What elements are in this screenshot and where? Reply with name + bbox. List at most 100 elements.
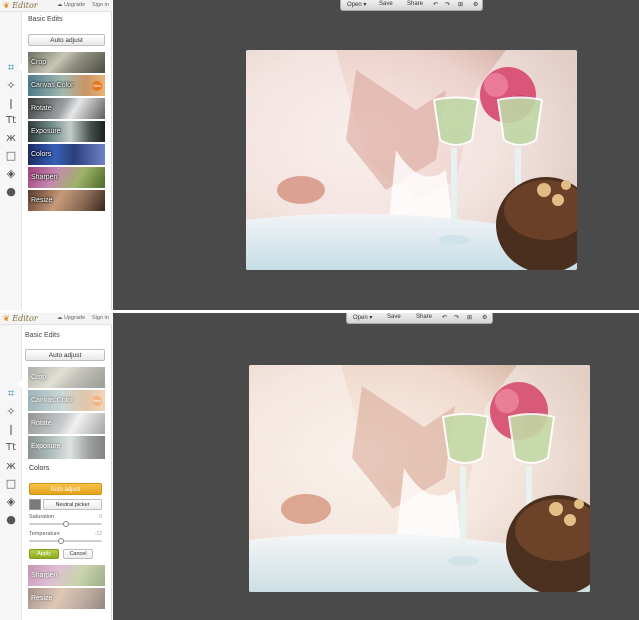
- tool-exposure[interactable]: Exposure: [28, 436, 105, 460]
- tool-label: Resize: [31, 197, 53, 204]
- redo-icon[interactable]: ↷: [445, 1, 450, 8]
- tool-canvas-color[interactable]: Canvas Color New: [28, 390, 105, 412]
- zoom-icon[interactable]: ⊞: [458, 1, 463, 8]
- frame-icon[interactable]: □: [4, 149, 18, 163]
- apply-button[interactable]: Apply: [29, 549, 59, 559]
- gear-icon[interactable]: ⚙: [473, 1, 478, 8]
- upgrade-link[interactable]: ☁ Upgrade: [57, 315, 85, 321]
- temperature-label: Temperature: [29, 531, 60, 537]
- wedding-photo-image: [246, 50, 577, 270]
- butterfly-icon[interactable]: ж: [4, 131, 18, 145]
- tool-resize[interactable]: Resize: [28, 588, 105, 610]
- saturation-value: 0: [99, 514, 102, 520]
- photo-canvas[interactable]: [249, 365, 590, 592]
- frame-icon[interactable]: □: [4, 477, 18, 491]
- open-menu[interactable]: Open ▾: [347, 1, 366, 8]
- upgrade-link[interactable]: ☁ Upgrade: [57, 2, 85, 8]
- tool-exposure[interactable]: Exposure: [28, 121, 105, 143]
- editor-after: ❦ Editor ☁ Upgrade Sign in ⌗ ✧ ǀ Tt ж □ …: [0, 313, 639, 620]
- logo[interactable]: ❦ Editor: [3, 1, 38, 10]
- zoom-icon[interactable]: ⊞: [467, 314, 472, 321]
- top-toolbar: Open ▾ Save Share ↶ ↷ ⊞ ⚙: [340, 0, 483, 11]
- brush-icon[interactable]: ǀ: [4, 97, 18, 111]
- saturation-slider[interactable]: [29, 521, 102, 527]
- sign-in-link[interactable]: Sign in: [92, 315, 109, 321]
- logo-mark-icon: ❦: [3, 1, 10, 10]
- temperature-slider-knob[interactable]: [58, 538, 64, 544]
- magic-wand-icon[interactable]: ✧: [4, 405, 18, 419]
- editor-before: ❦ Editor ☁ Upgrade Sign in ⌗ ✧ ǀ Tt ж □ …: [0, 0, 639, 310]
- temperature-value: -12: [94, 531, 102, 537]
- tool-label: Crop: [31, 374, 47, 381]
- cancel-button[interactable]: Cancel: [63, 549, 93, 559]
- logo-text: Editor: [12, 314, 38, 323]
- texture-icon[interactable]: ◈: [4, 167, 18, 181]
- open-menu[interactable]: Open ▾: [353, 314, 372, 321]
- canvas-area[interactable]: Open ▾ Save Share ↶ ↷ ⊞ ⚙: [113, 0, 639, 310]
- tool-rotate[interactable]: Rotate: [28, 413, 105, 435]
- redo-icon[interactable]: ↷: [454, 314, 459, 321]
- tool-resize[interactable]: Resize: [28, 190, 105, 212]
- wedding-photo-image: [249, 365, 590, 592]
- share-button[interactable]: Share: [407, 1, 423, 7]
- active-tool-pointer: [18, 379, 23, 389]
- brush-icon[interactable]: ǀ: [4, 423, 18, 437]
- auto-adjust-button[interactable]: Auto adjust: [28, 34, 105, 46]
- magic-wand-icon[interactable]: ✧: [4, 79, 18, 93]
- neutral-picker-button[interactable]: Neutral picker: [43, 499, 102, 510]
- tool-label: Resize: [31, 595, 53, 602]
- tool-icon-bar: ⌗ ✧ ǀ Tt ж □ ◈ ●: [0, 12, 22, 310]
- tool-label: Sharpen: [31, 174, 58, 181]
- temperature-slider[interactable]: [29, 538, 102, 544]
- saturation-label: Saturation: [29, 514, 55, 520]
- tool-crop[interactable]: Crop: [28, 52, 105, 74]
- photo-canvas[interactable]: [246, 50, 577, 270]
- colors-panel: Colors Auto adjust Neutral picker Satura…: [23, 461, 110, 563]
- tool-icon-bar: ⌗ ✧ ǀ Tt ж □ ◈ ●: [0, 325, 22, 620]
- apple-icon[interactable]: ●: [4, 185, 18, 199]
- auto-adjust-button[interactable]: Auto adjust: [25, 349, 105, 361]
- top-toolbar: Open ▾ Save Share ↶ ↷ ⊞ ⚙: [346, 313, 493, 324]
- crop-icon[interactable]: ⌗: [4, 387, 18, 401]
- logo-mark-icon: ❦: [3, 314, 10, 323]
- butterfly-icon[interactable]: ж: [4, 459, 18, 473]
- tool-sharpen[interactable]: Sharpen: [28, 565, 105, 587]
- open-label: Open: [347, 2, 362, 8]
- undo-icon[interactable]: ↶: [442, 314, 447, 321]
- logo[interactable]: ❦ Editor: [3, 314, 38, 323]
- neutral-color-swatch: [29, 499, 41, 510]
- left-sidebar: ❦ Editor ☁ Upgrade Sign in ⌗ ✧ ǀ Tt ж □ …: [0, 313, 112, 620]
- section-title: Basic Edits: [28, 16, 63, 23]
- tool-rotate[interactable]: Rotate: [28, 98, 105, 120]
- tool-canvas-color[interactable]: Canvas Color New: [28, 75, 105, 97]
- tool-label: Sharpen: [31, 572, 58, 579]
- saturation-slider-knob[interactable]: [63, 521, 69, 527]
- gear-icon[interactable]: ⚙: [482, 314, 487, 321]
- active-tool-pointer: [18, 62, 23, 72]
- tool-label: Exposure: [31, 128, 61, 135]
- tool-label: Canvas Color: [31, 397, 74, 404]
- tool-label: Crop: [31, 59, 47, 66]
- header-bar: ❦ Editor ☁ Upgrade Sign in: [0, 313, 112, 325]
- tool-sharpen[interactable]: Sharpen: [28, 167, 105, 189]
- text-icon[interactable]: Tt: [4, 114, 18, 128]
- tool-label: Rotate: [31, 420, 52, 427]
- logo-text: Editor: [12, 1, 38, 10]
- undo-icon[interactable]: ↶: [433, 1, 438, 8]
- new-badge: New: [92, 396, 102, 406]
- apple-icon[interactable]: ●: [4, 513, 18, 527]
- tool-colors[interactable]: Colors: [28, 144, 105, 166]
- canvas-area[interactable]: Open ▾ Save Share ↶ ↷ ⊞ ⚙: [113, 313, 639, 620]
- upgrade-link-label: Upgrade: [64, 315, 86, 321]
- sign-in-link[interactable]: Sign in: [92, 2, 109, 8]
- save-button[interactable]: Save: [387, 314, 401, 320]
- section-title: Basic Edits: [25, 332, 60, 339]
- tool-label: Exposure: [31, 443, 61, 450]
- text-icon[interactable]: Tt: [4, 441, 18, 455]
- crop-icon[interactable]: ⌗: [4, 61, 18, 75]
- share-button[interactable]: Share: [416, 314, 432, 320]
- texture-icon[interactable]: ◈: [4, 495, 18, 509]
- colors-auto-adjust-button[interactable]: Auto adjust: [29, 483, 102, 495]
- save-button[interactable]: Save: [379, 1, 393, 7]
- tool-crop[interactable]: Crop: [28, 367, 105, 389]
